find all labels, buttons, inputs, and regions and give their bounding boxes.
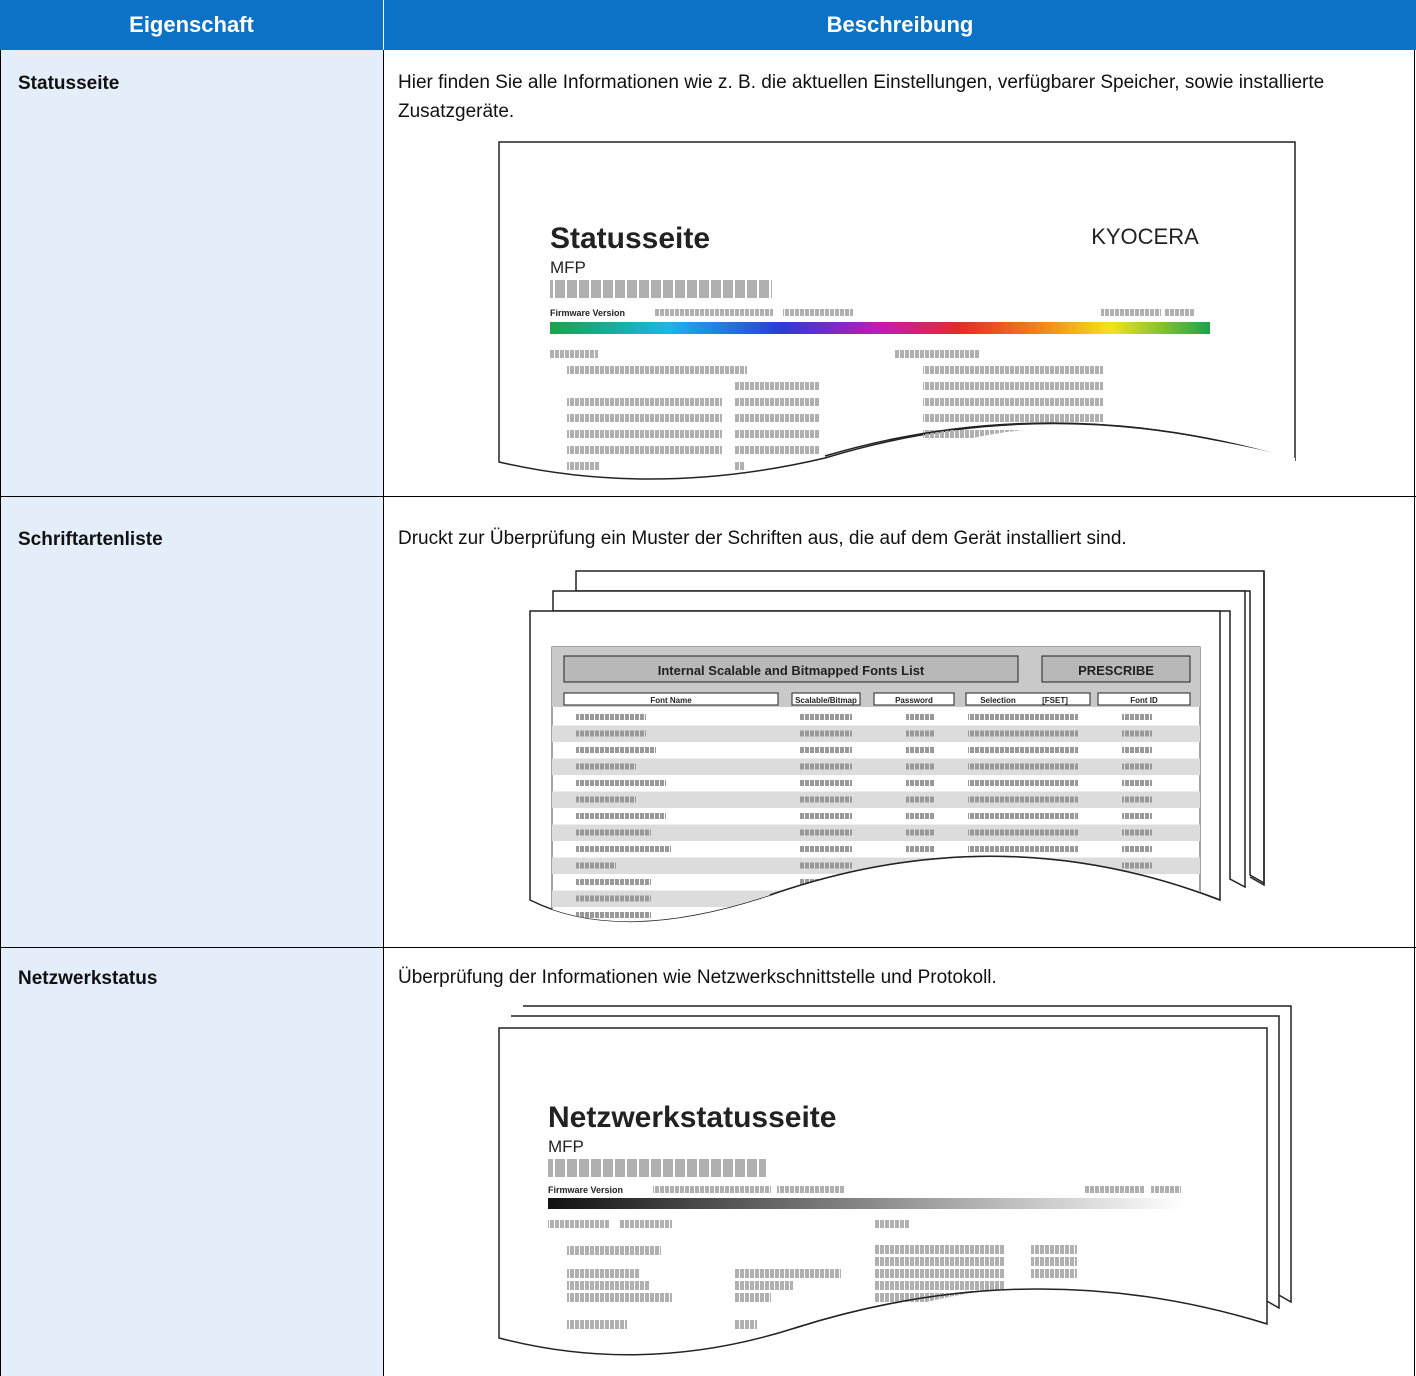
status-page-title: Statusseite [550,222,710,255]
font-list-illustration: Internal Scalable and Bitmapped Fonts Li… [529,570,1265,922]
property-statusseite: Statusseite [18,73,120,94]
svg-text:Font ID: Font ID [1130,696,1158,705]
svg-text:Font Name: Font Name [650,696,692,705]
network-firmware-label: Firmware Version [548,1185,623,1195]
network-status-illustration: Netzwerkstatusseite MFP Firmware Version [498,1005,1292,1356]
property-column [0,50,383,1376]
status-page-subtitle: MFP [550,258,586,277]
font-list-banner: Internal Scalable and Bitmapped Fonts Li… [658,663,925,678]
property-netzwerkstatus: Netzwerkstatus [18,968,158,989]
font-list-prescribe: PRESCRIBE [1078,663,1154,678]
description-statusseite: Hier finden Sie alle Informationen wie z… [398,72,1325,122]
description-schriftartenliste: Druckt zur Überprüfung ein Muster der Sc… [398,528,1127,549]
network-page-subtitle: MFP [548,1137,584,1156]
status-page-illustration: Statusseite MFP Firmware Version KYOCERA [498,141,1296,480]
column-header-description: Beschreibung [383,0,1416,50]
svg-text:Password: Password [895,696,933,705]
row-divider [0,947,1416,948]
svg-text:Selection: Selection [980,696,1016,705]
network-page-title: Netzwerkstatusseite [548,1101,836,1134]
description-netzwerkstatus: Überprüfung der Informationen wie Netzwe… [398,967,997,988]
column-header-property: Eigenschaft [0,0,383,50]
status-firmware-label: Firmware Version [550,308,625,318]
property-schriftartenliste: Schriftartenliste [18,529,163,550]
svg-text:Scalable/Bitmap: Scalable/Bitmap [795,696,857,705]
kyocera-logo: KYOCERA [1091,224,1199,249]
svg-text:[FSET]: [FSET] [1042,696,1068,705]
